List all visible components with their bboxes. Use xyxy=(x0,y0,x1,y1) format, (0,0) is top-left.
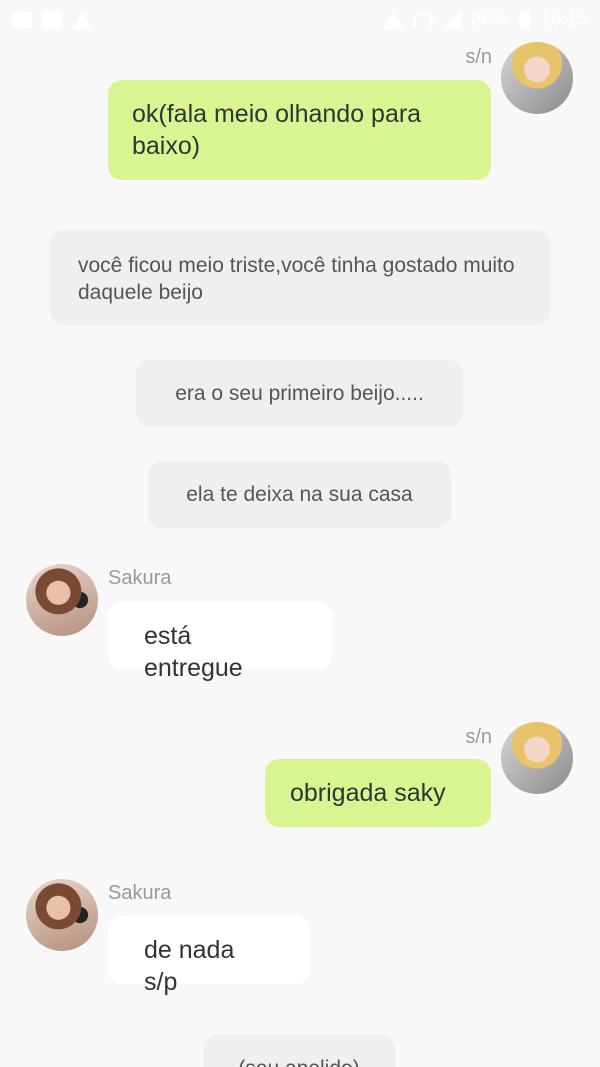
message-bubble[interactable]: de nada s/p xyxy=(108,916,310,996)
narration-box: (seu apelido) xyxy=(203,1035,395,1067)
status-bar-right: 86% 16:15 xyxy=(383,9,588,31)
avatar[interactable] xyxy=(26,879,98,951)
message-bubble[interactable]: está entregue xyxy=(108,602,332,682)
narration-box: era o seu primeiro beijo..... xyxy=(136,360,463,427)
status-bar: 86% 16:15 xyxy=(0,0,600,40)
wifi-icon xyxy=(413,12,434,28)
folder-icon xyxy=(42,12,62,28)
avatar[interactable] xyxy=(501,722,573,794)
message-bubble[interactable]: obrigada saky xyxy=(265,759,491,827)
narration-box: ela te deixa na sua casa xyxy=(148,461,451,528)
message-bubble[interactable]: ok(fala meio olhando para baixo) xyxy=(108,80,491,180)
battery-percentage: 86% xyxy=(471,9,510,30)
narration-box: você ficou meio triste,você tinha gostad… xyxy=(50,230,550,325)
warning-icon xyxy=(72,11,92,29)
battery-icon xyxy=(519,11,531,29)
sender-name: Sakura xyxy=(108,567,172,589)
signal-icon xyxy=(443,11,462,29)
alert-icon xyxy=(383,11,404,29)
avatar[interactable] xyxy=(501,42,573,114)
clock: 16:15 xyxy=(540,9,588,30)
sender-name: s/n xyxy=(465,726,492,748)
sender-name: s/n xyxy=(465,46,492,68)
avatar[interactable] xyxy=(26,564,98,636)
gallery-icon xyxy=(12,12,32,28)
sender-name: Sakura xyxy=(108,882,172,904)
status-bar-left xyxy=(12,11,92,29)
